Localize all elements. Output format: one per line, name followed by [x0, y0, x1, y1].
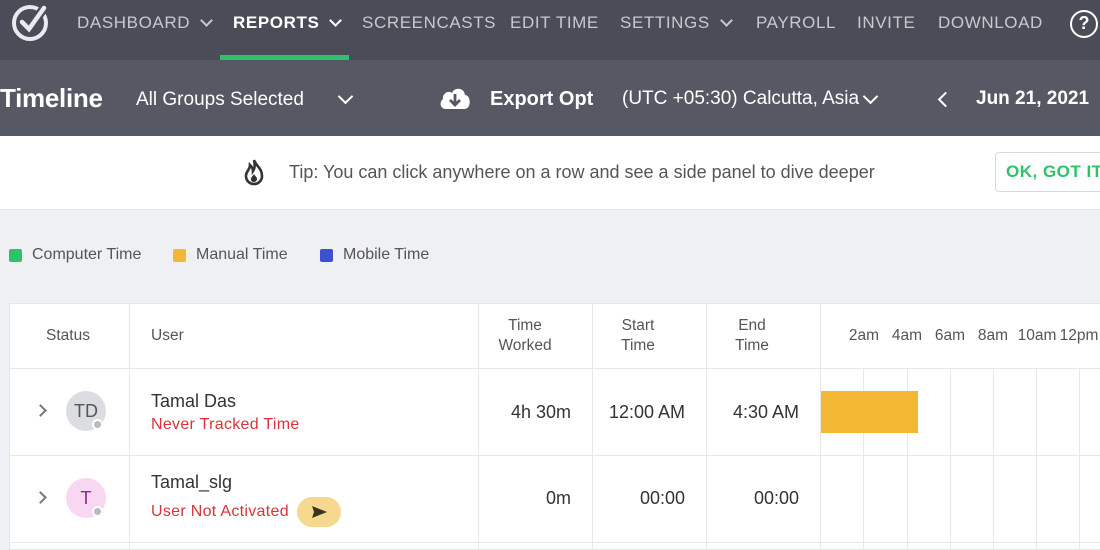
column-divider: [706, 304, 707, 550]
nav-settings[interactable]: SETTINGS: [620, 13, 733, 33]
column-divider: [592, 304, 593, 550]
send-icon: [312, 506, 327, 518]
nav-download-label: DOWNLOAD: [938, 13, 1043, 32]
nav-invite[interactable]: INVITE: [857, 13, 915, 33]
header-text: Time: [735, 337, 769, 354]
header-text: Time: [621, 337, 655, 354]
legend-label: Mobile Time: [343, 246, 430, 263]
legend-mobile-time: Mobile Time: [320, 246, 429, 264]
end-time-cell: 4:30 AM: [732, 402, 799, 422]
user-status: User Not Activated: [151, 503, 289, 520]
header-text: Worked: [498, 337, 552, 354]
tip-text: Tip: You can click anywhere on a row and…: [289, 162, 875, 182]
timeline-tick: 10am: [1017, 327, 1057, 344]
header-divider: [9, 368, 1100, 369]
nav-reports-label: REPORTS: [233, 13, 320, 32]
timeline-gridline: [993, 369, 994, 550]
end-time-cell: 00:00: [753, 488, 799, 508]
nav-dashboard[interactable]: DASHBOARD: [77, 13, 213, 33]
group-selector[interactable]: All Groups Selected: [136, 89, 304, 111]
cloud-download-icon[interactable]: [438, 85, 472, 111]
legend-manual-time: Manual Time: [173, 246, 288, 264]
header-text: Time: [508, 317, 542, 334]
time-worked-cell: 0m: [545, 488, 571, 508]
export-options-button[interactable]: Export Opt: [490, 88, 593, 111]
manual-time-bar[interactable]: [821, 391, 918, 433]
nav-download[interactable]: DOWNLOAD: [938, 13, 1043, 33]
timezone-selector[interactable]: (UTC +05:30) Calcutta, Asia: [622, 88, 859, 110]
chevron-down-icon: [329, 14, 343, 27]
start-time-cell: 00:00: [639, 488, 685, 508]
legend-swatch: [173, 248, 186, 262]
header-status[interactable]: Status: [40, 326, 96, 346]
time-worked-cell: 4h 30m: [510, 402, 571, 422]
help-icon[interactable]: ?: [1070, 10, 1098, 38]
flame-icon: [244, 159, 264, 186]
row-divider: [9, 455, 1100, 456]
timeline-tick: 2am: [848, 327, 880, 344]
user-name[interactable]: Tamal_slg: [151, 472, 232, 493]
header-user[interactable]: User: [151, 326, 184, 346]
nav-reports[interactable]: REPORTS: [233, 13, 343, 33]
nav-dashboard-label: DASHBOARD: [77, 13, 191, 32]
column-divider: [478, 304, 479, 550]
header-end-time[interactable]: End Time: [708, 316, 796, 356]
legend-swatch: [320, 248, 333, 262]
header-start-time[interactable]: Start Time: [594, 316, 682, 356]
timeline-tick: 12pm: [1059, 327, 1099, 344]
presence-dot: [92, 419, 103, 430]
nav-payroll-label: PAYROLL: [756, 13, 837, 32]
header-text: Start: [621, 317, 655, 334]
row-divider: [9, 542, 1100, 543]
dismiss-tip-button[interactable]: OK, GOT IT: [995, 152, 1100, 192]
presence-dot: [92, 506, 103, 517]
chevron-down-icon: [719, 14, 733, 27]
header-time-worked[interactable]: Time Worked: [480, 316, 570, 356]
legend-label: Computer Time: [32, 246, 142, 263]
timeline-tick: 6am: [934, 327, 966, 344]
nav-payroll[interactable]: PAYROLL: [756, 13, 836, 33]
page-title: Timeline: [0, 83, 103, 113]
resend-invite-button[interactable]: [297, 497, 341, 527]
start-time-cell: 12:00 AM: [608, 402, 685, 422]
nav-invite-label: INVITE: [857, 13, 916, 32]
nav-edit-time[interactable]: EDIT TIME: [510, 13, 599, 33]
timeline-tick: 8am: [977, 327, 1009, 344]
column-divider: [129, 304, 130, 550]
nav-settings-label: SETTINGS: [620, 13, 710, 32]
legend-computer-time: Computer Time: [9, 246, 141, 264]
header-text: End: [738, 317, 766, 334]
user-status: Never Tracked Time: [151, 416, 300, 433]
user-name[interactable]: Tamal Das: [151, 391, 236, 412]
timeline-gridline: [1036, 369, 1037, 550]
chevron-down-icon: [200, 14, 213, 27]
nav-edit-time-label: EDIT TIME: [510, 13, 599, 32]
nav-screencasts[interactable]: SCREENCASTS: [362, 13, 496, 33]
timeline-tick: 4am: [891, 327, 923, 344]
timeline-gridline: [1079, 369, 1080, 550]
app-logo-icon[interactable]: [8, 0, 52, 44]
timeline-gridline: [950, 369, 951, 550]
legend-swatch: [9, 248, 22, 262]
legend-label: Manual Time: [196, 246, 288, 263]
nav-screencasts-label: SCREENCASTS: [362, 13, 497, 32]
date-display[interactable]: Jun 21, 2021: [976, 88, 1089, 110]
